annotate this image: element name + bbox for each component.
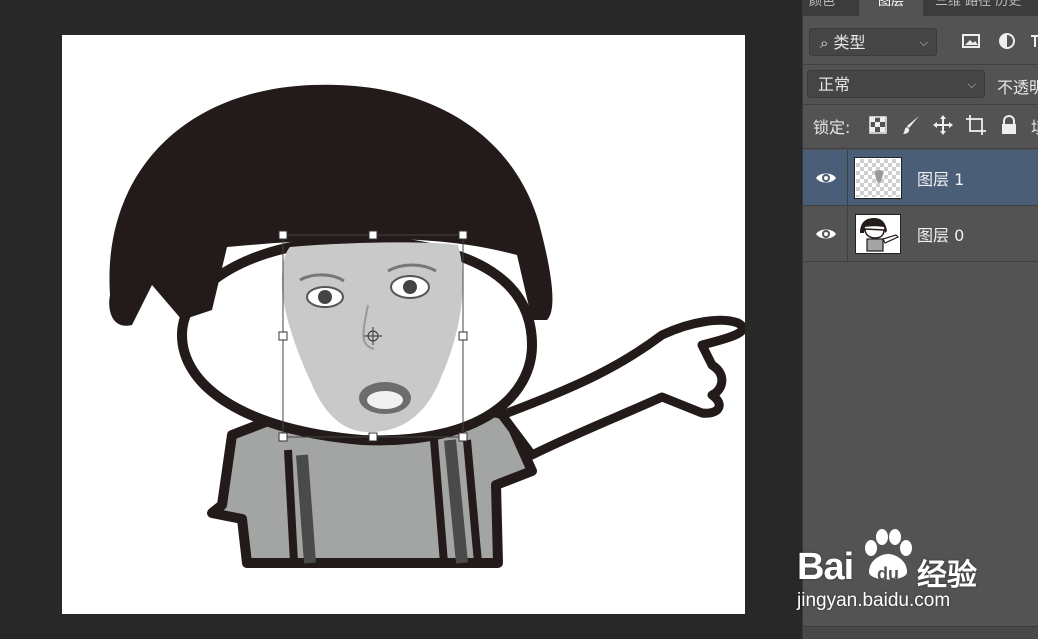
watermark-brand-mid: du — [877, 564, 899, 584]
tab-color[interactable]: 颜色 — [809, 0, 857, 16]
lock-paint-icon[interactable] — [903, 115, 921, 140]
suspender-left — [296, 454, 316, 564]
document-canvas[interactable] — [62, 35, 745, 614]
layer-row-0[interactable]: 图层 0 — [803, 206, 1038, 262]
adjustment-filter-icon[interactable] — [998, 32, 1016, 55]
search-icon: ⌕ — [820, 34, 829, 52]
type-filter-icon[interactable] — [1031, 32, 1038, 55]
meme-artwork — [109, 84, 745, 568]
chevron-down-icon: ⌵ — [967, 78, 976, 91]
image-filter-icon[interactable] — [961, 32, 981, 55]
lock-row: 锁定: 填 — [803, 106, 1038, 146]
lock-all-icon[interactable] — [1001, 115, 1017, 140]
blend-mode-dropdown[interactable]: 正常 ⌵ — [807, 70, 985, 98]
layer-thumbnail — [854, 157, 902, 199]
panel-bottom-bar — [803, 626, 1038, 639]
blend-mode-value: 正常 — [818, 75, 851, 94]
layer-thumbnail — [855, 214, 901, 254]
chevron-down-icon: ⌵ — [919, 36, 928, 49]
opacity-label: 不透明 — [997, 78, 1038, 97]
layer-name: 图层 0 — [917, 226, 965, 245]
layer-name: 图层 1 — [917, 170, 965, 189]
fill-label: 填 — [1031, 114, 1038, 138]
blend-row: 正常 ⌵ 不透明 — [803, 66, 1038, 102]
watermark-url: jingyan.baidu.com — [797, 590, 951, 611]
eye-icon[interactable] — [815, 169, 837, 187]
filter-row: ⌕ 类型 ⌵ — [803, 24, 1038, 64]
tab-paths[interactable]: 三维 路径 历史 — [935, 0, 1038, 16]
watermark-brand-cn: 经验 — [917, 558, 977, 593]
panel-tab-bar: 颜色 图层 三维 路径 历史 — [803, 0, 1038, 16]
pointing-arm — [497, 315, 745, 460]
document-workspace — [0, 0, 802, 638]
tab-layers[interactable]: 图层 — [859, 0, 923, 16]
lock-label: 锁定: — [813, 118, 851, 137]
lock-transparent-icon[interactable] — [869, 116, 887, 139]
baidu-watermark: Bai du 经验 jingyan.baidu.com — [795, 528, 995, 618]
watermark-brand-left: Bai — [797, 546, 854, 588]
filter-kind-label: 类型 — [833, 33, 866, 52]
eye-icon[interactable] — [815, 225, 837, 243]
filter-kind-dropdown[interactable]: ⌕ 类型 ⌵ — [809, 28, 937, 56]
layer-row-1[interactable]: 图层 1 — [803, 150, 1038, 206]
lock-artboard-icon[interactable] — [966, 115, 986, 140]
lock-move-icon[interactable] — [933, 115, 953, 140]
